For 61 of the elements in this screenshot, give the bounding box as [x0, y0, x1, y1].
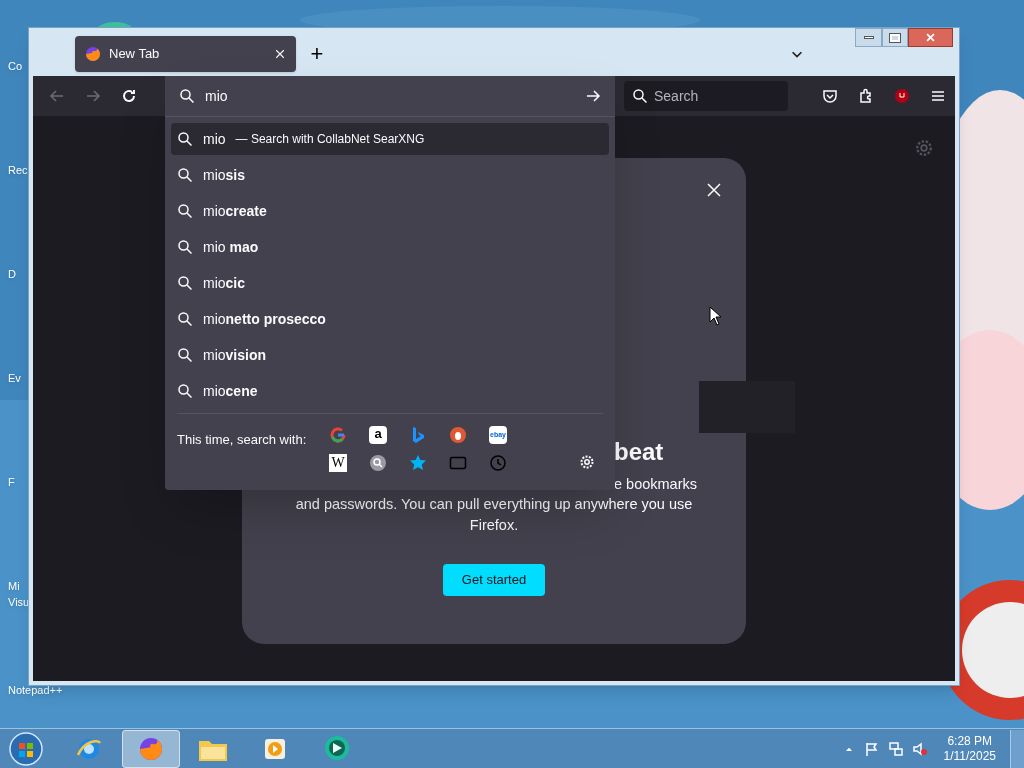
close-button[interactable] [908, 28, 953, 47]
start-orb-icon[interactable] [8, 730, 44, 767]
reload-icon[interactable] [121, 88, 137, 104]
search-icon [177, 167, 193, 183]
g-logo-icon[interactable] [329, 426, 347, 444]
mouse-pointer-icon [709, 306, 723, 326]
search-icon [632, 88, 648, 104]
browser-tab[interactable]: New Tab [75, 36, 296, 72]
play-icon [263, 736, 287, 761]
search-icon [177, 347, 193, 363]
puzzle-piece-icon[interactable] [858, 88, 874, 104]
new-tab-button[interactable]: + [306, 43, 328, 65]
close-icon[interactable] [274, 48, 286, 60]
search-engine-icon[interactable] [369, 454, 387, 472]
search-icon [179, 88, 195, 104]
minimize-button[interactable] [855, 28, 882, 47]
desktop-icon-label[interactable]: Ev [8, 370, 21, 387]
amazon-logo-icon[interactable]: a [369, 426, 387, 444]
suggestion-item[interactable]: miocreate [171, 195, 609, 227]
wikipedia-logo-icon[interactable]: W [329, 454, 347, 472]
star-icon[interactable] [409, 454, 427, 472]
search-icon [177, 131, 193, 147]
taskbar-app[interactable] [122, 729, 180, 768]
muted-speaker-icon[interactable] [911, 740, 928, 757]
desktop-icon-label[interactable]: D [8, 266, 16, 283]
maximize-button[interactable] [882, 28, 908, 47]
show-desktop-button[interactable] [1010, 729, 1024, 768]
flag-icon[interactable] [863, 740, 880, 757]
suggestion-item[interactable]: mio — Search with CollabNet SearXNG [171, 123, 609, 155]
search-icon [177, 239, 193, 255]
desktop-icon-label[interactable]: Co [8, 58, 23, 75]
suggestion-item[interactable]: miovision [171, 339, 609, 371]
desktop-icon-label[interactable]: Rec [8, 162, 28, 179]
back-arrow-icon[interactable] [49, 88, 65, 104]
pocket-icon[interactable] [822, 88, 838, 104]
search-icon [177, 311, 193, 327]
search-icon [177, 383, 193, 399]
clock-date[interactable]: 1/11/2025 [943, 748, 996, 764]
fox-globe-icon [85, 46, 101, 62]
suggestion-item[interactable]: mionetto prosecco [171, 303, 609, 335]
address-field[interactable]: mio [171, 76, 609, 116]
card-heading: beat [614, 437, 664, 467]
search-icon [177, 203, 193, 219]
suggestion-item[interactable]: miosis [171, 159, 609, 191]
suggestion-item[interactable]: miocic [171, 267, 609, 299]
tab-title: New Tab [109, 45, 161, 64]
search-icon [177, 275, 193, 291]
suggestion-item[interactable]: miocene [171, 375, 609, 407]
card-text: e bookmarks [614, 475, 697, 494]
menu-icon[interactable] [930, 88, 946, 104]
clock-time[interactable]: 6:28 PM [947, 733, 993, 749]
get-started-button[interactable]: Get started [443, 564, 545, 596]
arrow-right-icon [585, 88, 601, 104]
suggestion-item[interactable]: mio mao [171, 231, 609, 263]
close-icon[interactable] [706, 182, 722, 198]
forward-arrow-icon[interactable] [85, 88, 101, 104]
close-icon [925, 32, 936, 43]
card-text: and passwords. You can pull everything up anywhere you use Firefox. [294, 495, 694, 535]
search-with-label: This time, search with: [177, 431, 308, 449]
search-field[interactable]: Search [624, 81, 788, 111]
network-icon[interactable] [887, 740, 904, 757]
